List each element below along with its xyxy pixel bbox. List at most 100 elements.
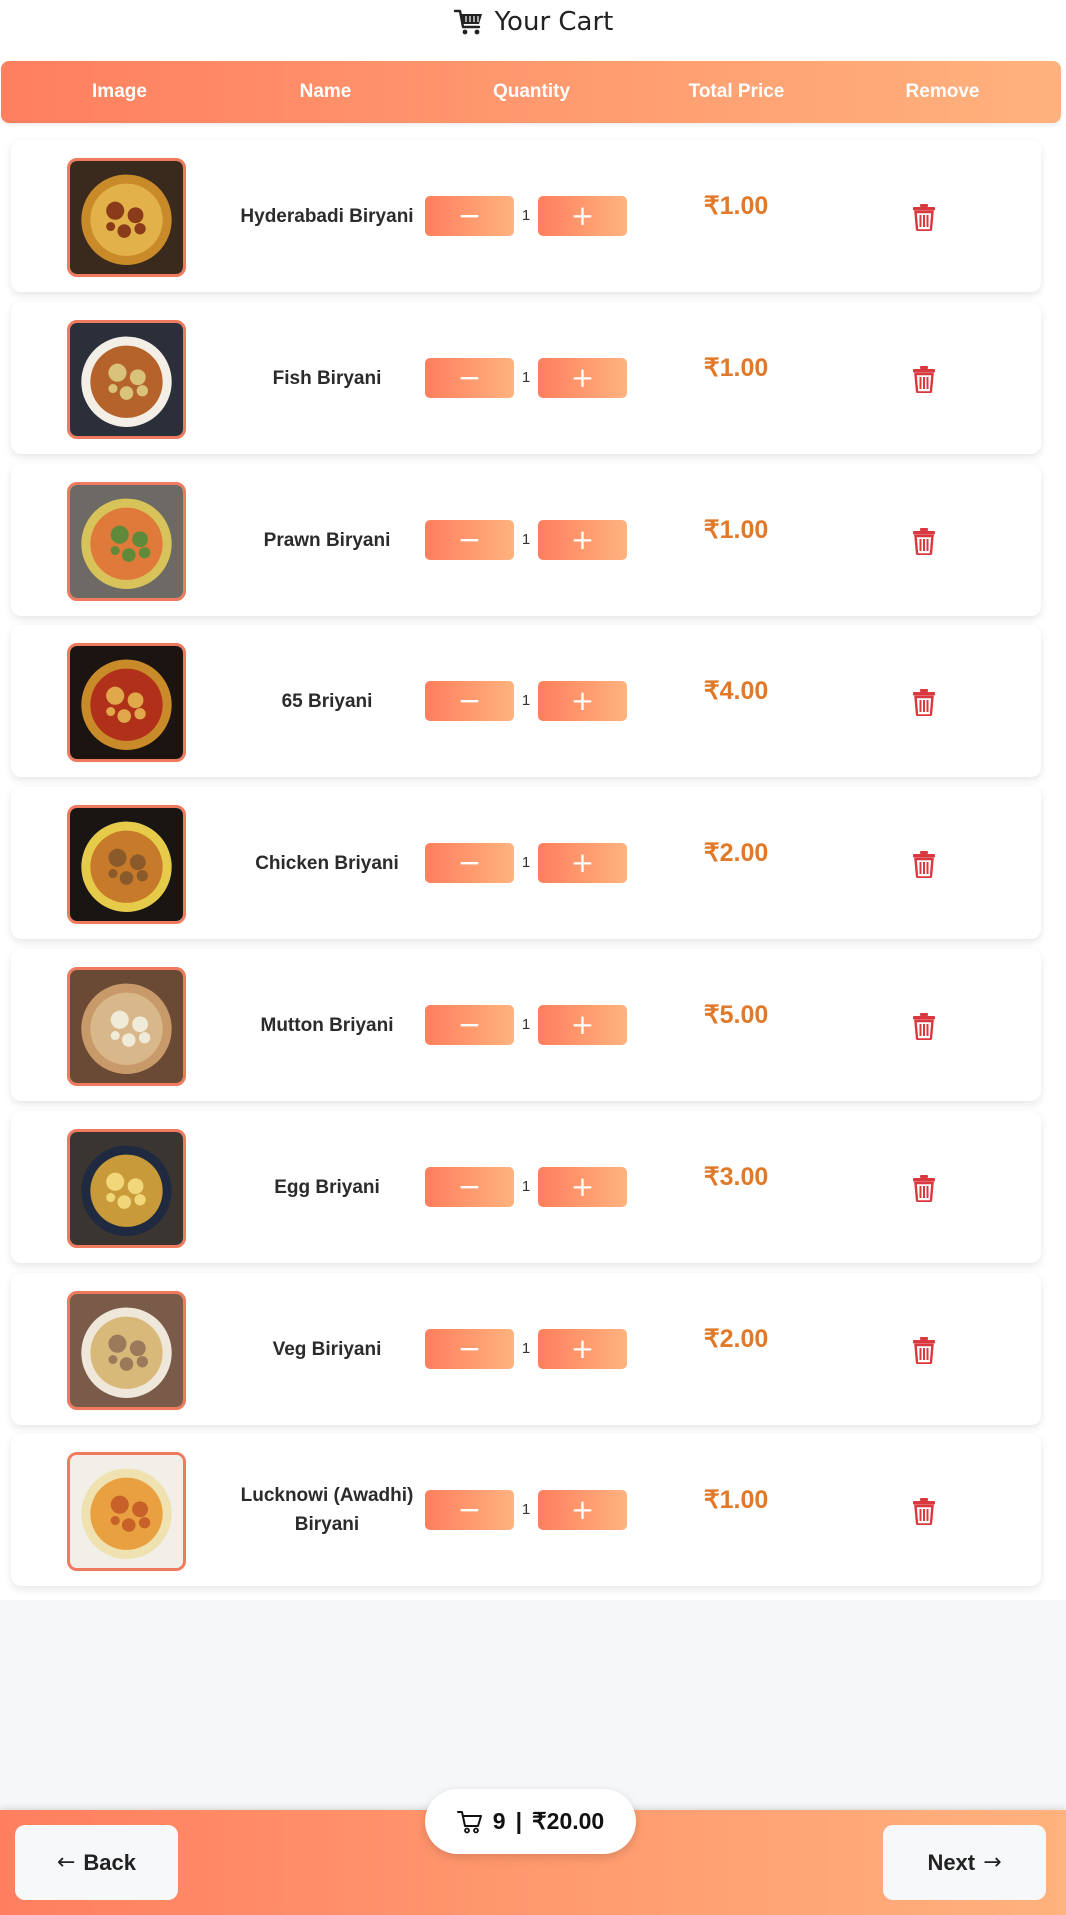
item-total-price: ₹2.00 (703, 839, 769, 867)
item-image (67, 1129, 186, 1248)
item-name: Chicken Briyani (255, 852, 399, 874)
food-photo (70, 323, 183, 436)
decrease-quantity-button[interactable]: − (425, 196, 514, 236)
quantity-value: 1 (521, 207, 531, 224)
trash-icon[interactable] (912, 1497, 936, 1525)
cart-summary-badge[interactable]: 9 | ₹20.00 (425, 1789, 636, 1854)
arrow-left-icon: ← (56, 1850, 76, 1875)
increase-quantity-button[interactable]: + (538, 1329, 627, 1369)
page-title: Your Cart (494, 7, 614, 37)
increase-quantity-button[interactable]: + (538, 1490, 627, 1530)
item-image (67, 482, 186, 601)
increase-quantity-button[interactable]: + (538, 520, 627, 560)
food-photo (70, 1455, 183, 1568)
next-button-label: Next (927, 1849, 976, 1875)
food-photo (70, 808, 183, 921)
increase-quantity-button[interactable]: + (538, 196, 627, 236)
decrease-quantity-button[interactable]: − (425, 681, 514, 721)
item-total-price: ₹5.00 (703, 1001, 769, 1029)
quantity-value: 1 (521, 1016, 531, 1033)
item-name: Lucknowi (Awadhi) Biryani (240, 1485, 414, 1535)
quantity-value: 1 (521, 692, 531, 709)
cart-item-row: Mutton Briyani −1 + ₹5.00 (11, 949, 1041, 1101)
item-name: Fish Biryani (272, 367, 382, 389)
quantity-value: 1 (521, 369, 531, 386)
increase-quantity-button[interactable]: + (538, 843, 627, 883)
item-total-price: ₹1.00 (703, 192, 769, 220)
increase-quantity-button[interactable]: + (538, 1167, 627, 1207)
trash-icon[interactable] (912, 850, 936, 878)
decrease-quantity-button[interactable]: − (425, 520, 514, 560)
item-name: Egg Briyani (274, 1176, 380, 1198)
item-name: Mutton Briyani (260, 1014, 394, 1036)
cart-item-row: Hyderabadi Biryani −1 + ₹1.00 (11, 140, 1041, 292)
quantity-value: 1 (521, 1501, 531, 1518)
item-total-price: ₹1.00 (703, 1486, 769, 1514)
item-image (67, 1452, 186, 1571)
item-name: Prawn Biryani (263, 529, 391, 551)
food-photo (70, 161, 183, 274)
cart-item-count: 9 (492, 1808, 506, 1834)
item-image (67, 158, 186, 277)
item-total-price: ₹2.00 (703, 1325, 769, 1353)
trash-icon[interactable] (912, 688, 936, 716)
increase-quantity-button[interactable]: + (538, 358, 627, 398)
column-header-quantity: Quantity (492, 81, 571, 102)
trash-icon[interactable] (912, 365, 936, 393)
decrease-quantity-button[interactable]: − (425, 1005, 514, 1045)
item-name: Hyderabadi Biryani (240, 205, 414, 227)
decrease-quantity-button[interactable]: − (425, 1167, 514, 1207)
cart-grand-total: ₹20.00 (532, 1808, 605, 1834)
shopping-cart-icon (453, 9, 482, 35)
page-background-footer (0, 1600, 1066, 1810)
food-photo (70, 1132, 183, 1245)
item-image (67, 967, 186, 1086)
quantity-value: 1 (521, 1340, 531, 1357)
back-button-label: Back (83, 1849, 137, 1875)
arrow-right-icon: → (983, 1850, 1002, 1875)
page-header: Your Cart (0, 0, 1066, 44)
back-button[interactable]: ← Back (15, 1825, 178, 1900)
item-name: 65 Briyani (281, 690, 373, 712)
increase-quantity-button[interactable]: + (538, 681, 627, 721)
cart-outline-icon (456, 1810, 482, 1833)
trash-icon[interactable] (912, 527, 936, 555)
item-image (67, 643, 186, 762)
cart-table-header: Image Name Quantity Total Price Remove (1, 61, 1061, 123)
cart-item-row: Fish Biryani −1 + ₹1.00 (11, 302, 1041, 454)
column-header-image: Image (92, 81, 147, 102)
item-name: Veg Biriyani (272, 1338, 382, 1360)
cart-item-row: Prawn Biryani −1 + ₹1.00 (11, 464, 1041, 616)
decrease-quantity-button[interactable]: − (425, 843, 514, 883)
trash-icon[interactable] (912, 203, 936, 231)
trash-icon[interactable] (912, 1336, 936, 1364)
item-image (67, 805, 186, 924)
cart-item-row: 65 Briyani −1 + ₹4.00 (11, 625, 1041, 777)
increase-quantity-button[interactable]: + (538, 1005, 627, 1045)
cart-item-row: Chicken Briyani −1 + ₹2.00 (11, 787, 1041, 939)
item-total-price: ₹3.00 (703, 1163, 769, 1191)
cart-page: Your Cart Image Name Quantity Total Pric… (0, 0, 1066, 1915)
item-image (67, 320, 186, 439)
decrease-quantity-button[interactable]: − (425, 1329, 514, 1369)
item-total-price: ₹1.00 (703, 354, 769, 382)
item-total-price: ₹4.00 (703, 677, 769, 705)
column-header-name: Name (299, 81, 352, 102)
cart-item-row: Egg Briyani −1 + ₹3.00 (11, 1111, 1041, 1263)
trash-icon[interactable] (912, 1012, 936, 1040)
food-photo (70, 485, 183, 598)
next-button[interactable]: Next → (883, 1825, 1046, 1900)
cart-item-row: Veg Biriyani −1 + ₹2.00 (11, 1273, 1041, 1425)
decrease-quantity-button[interactable]: − (425, 1490, 514, 1530)
trash-icon[interactable] (912, 1174, 936, 1202)
item-image (67, 1291, 186, 1410)
decrease-quantity-button[interactable]: − (425, 358, 514, 398)
food-photo (70, 646, 183, 759)
quantity-value: 1 (521, 1178, 531, 1195)
summary-separator: | (515, 1808, 523, 1834)
food-photo (70, 1294, 183, 1407)
item-total-price: ₹1.00 (703, 516, 769, 544)
quantity-value: 1 (521, 854, 531, 871)
column-header-remove: Remove (905, 81, 980, 102)
quantity-value: 1 (521, 531, 531, 548)
